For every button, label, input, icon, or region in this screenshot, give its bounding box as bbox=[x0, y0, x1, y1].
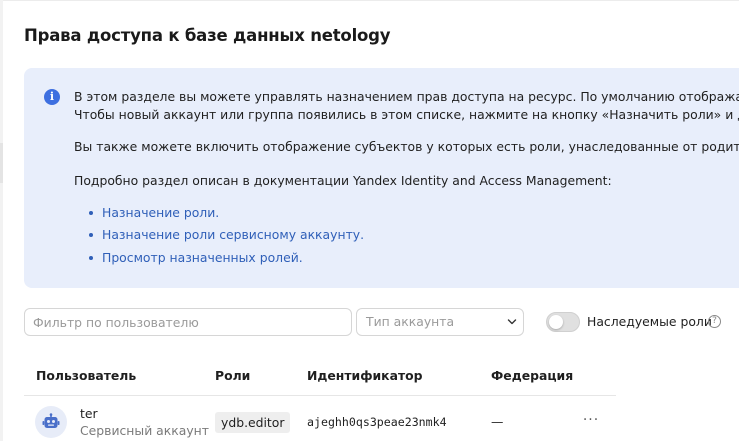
top-divider bbox=[3, 0, 739, 1]
robot-icon bbox=[42, 413, 60, 428]
sidebar-edge bbox=[0, 0, 3, 441]
link-assign-role-service-account[interactable]: Назначение роли сервисному аккаунту. bbox=[102, 226, 364, 244]
column-header-identifier[interactable]: Идентификатор bbox=[307, 368, 423, 383]
help-icon[interactable]: ? bbox=[708, 315, 721, 328]
link-view-assigned-roles[interactable]: Просмотр назначенных ролей. bbox=[102, 249, 303, 267]
info-text-line-2: Чтобы новый аккаунт или группа появились… bbox=[74, 107, 739, 122]
chevron-down-icon bbox=[507, 319, 517, 325]
table-header-divider bbox=[24, 395, 616, 396]
sidebar-active-item[interactable] bbox=[0, 143, 3, 183]
role-chip[interactable]: ydb.editor bbox=[215, 412, 291, 433]
list-bullet bbox=[89, 211, 93, 215]
info-panel: i В этом разделе вы можете управлять наз… bbox=[24, 68, 739, 288]
avatar bbox=[35, 406, 67, 438]
account-type-placeholder: Тип аккаунта bbox=[366, 314, 455, 329]
toggle-knob bbox=[549, 315, 563, 329]
column-header-user[interactable]: Пользователь bbox=[36, 368, 136, 383]
info-icon: i bbox=[44, 89, 60, 105]
list-bullet bbox=[89, 256, 93, 260]
more-icon[interactable]: ··· bbox=[580, 413, 602, 430]
user-filter-input[interactable] bbox=[24, 308, 352, 336]
list-bullet bbox=[89, 233, 93, 237]
info-text-line-3: Вы также можете включить отображение суб… bbox=[74, 139, 739, 154]
page-title: Права доступа к базе данных netology bbox=[24, 26, 391, 45]
link-assign-role[interactable]: Назначение роли. bbox=[102, 204, 219, 222]
info-text-line-1: В этом разделе вы можете управлять назна… bbox=[74, 89, 739, 104]
user-name[interactable]: ter bbox=[80, 406, 98, 421]
inherited-roles-toggle[interactable] bbox=[546, 312, 580, 332]
account-type-select[interactable]: Тип аккаунта bbox=[356, 308, 524, 336]
column-header-federation[interactable]: Федерация bbox=[491, 368, 573, 383]
column-header-roles[interactable]: Роли bbox=[215, 368, 250, 383]
identifier-value: ajeghh0qs3peae23nmk4 bbox=[307, 415, 447, 429]
info-text-line-4: Подробно раздел описан в документации Ya… bbox=[74, 173, 612, 188]
inherited-roles-label: Наследуемые роли bbox=[587, 314, 712, 329]
user-type: Сервисный аккаунт bbox=[80, 423, 209, 438]
federation-value: — bbox=[491, 414, 504, 429]
